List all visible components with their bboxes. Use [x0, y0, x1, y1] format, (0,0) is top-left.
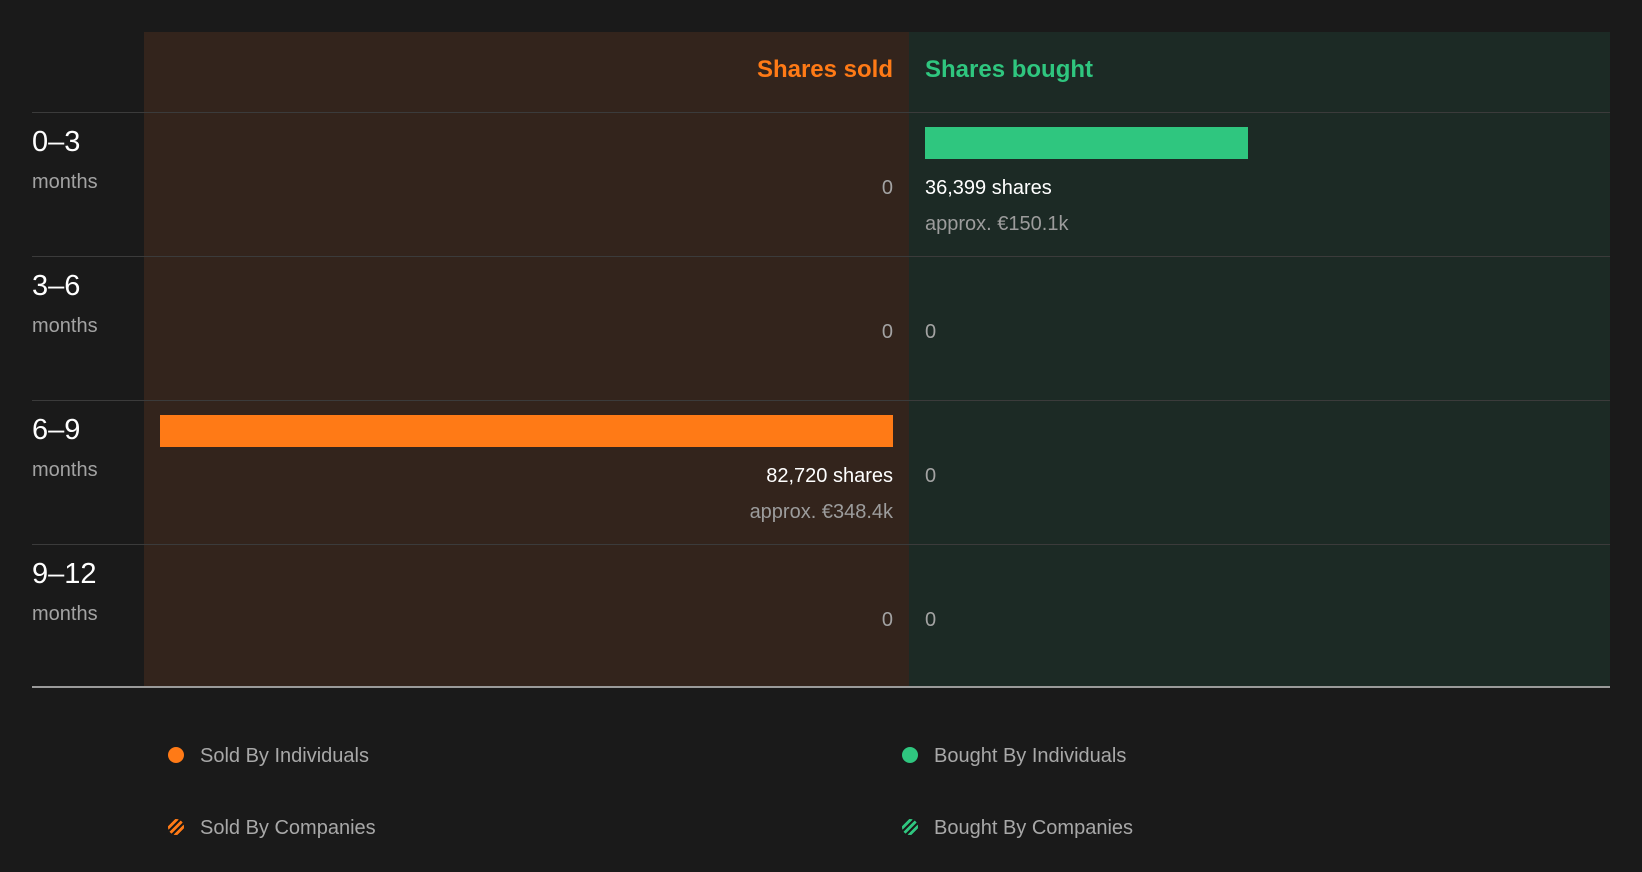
sold-bar — [160, 415, 893, 447]
period-label: 9–12 months — [32, 556, 98, 628]
period-label: 0–3 months — [32, 124, 98, 196]
header-separator — [32, 112, 1610, 113]
period-range: 3–6 — [32, 270, 81, 302]
period-unit: months — [32, 459, 98, 481]
insider-transactions-chart: Shares sold Shares bought 0–3 months 0 36,3… — [0, 0, 1642, 700]
sold-zero-value: 0 — [881, 321, 893, 343]
sold-shares-value: 82,720 shares — [766, 465, 893, 487]
period-label: 6–9 months — [32, 412, 98, 484]
solid-dot-icon — [168, 747, 184, 763]
period-unit: months — [32, 603, 98, 625]
legend-label: Sold By Individuals — [200, 745, 369, 767]
period-range: 0–3 — [32, 126, 81, 158]
row-separator — [32, 400, 1610, 401]
period-range: 6–9 — [32, 414, 81, 446]
bought-zero-value: 0 — [925, 465, 937, 487]
legend-item: Bought By Individuals — [902, 742, 1126, 770]
period-unit: months — [32, 315, 98, 337]
shares-sold-header: Shares sold — [756, 56, 893, 83]
legend-label: Bought By Companies — [934, 817, 1134, 839]
chart-baseline — [32, 686, 1610, 688]
bought-bar — [925, 127, 1248, 159]
row-separator — [32, 256, 1610, 257]
bought-approx-value: approx. €150.1k — [925, 213, 1069, 235]
legend-item: Sold By Companies — [168, 814, 376, 842]
bought-shares-value: 36,399 shares — [925, 177, 1052, 199]
legend-label: Bought By Individuals — [934, 745, 1127, 767]
sold-approx-value: approx. €348.4k — [749, 501, 893, 523]
striped-dot-icon — [902, 819, 918, 835]
shares-sold-panel — [144, 32, 909, 687]
solid-dot-icon — [902, 747, 918, 763]
sold-zero-value: 0 — [881, 609, 893, 631]
period-range: 9–12 — [32, 558, 97, 590]
bought-zero-value: 0 — [925, 321, 937, 343]
bought-zero-value: 0 — [925, 609, 937, 631]
legend-item: Bought By Companies — [902, 814, 1133, 842]
period-unit: months — [32, 171, 98, 193]
legend-label: Sold By Companies — [200, 817, 376, 839]
period-label: 3–6 months — [32, 268, 98, 340]
sold-zero-value: 0 — [881, 177, 893, 199]
striped-dot-icon — [168, 819, 184, 835]
shares-bought-header: Shares bought — [925, 56, 1094, 83]
row-separator — [32, 544, 1610, 545]
legend-item: Sold By Individuals — [168, 742, 369, 770]
